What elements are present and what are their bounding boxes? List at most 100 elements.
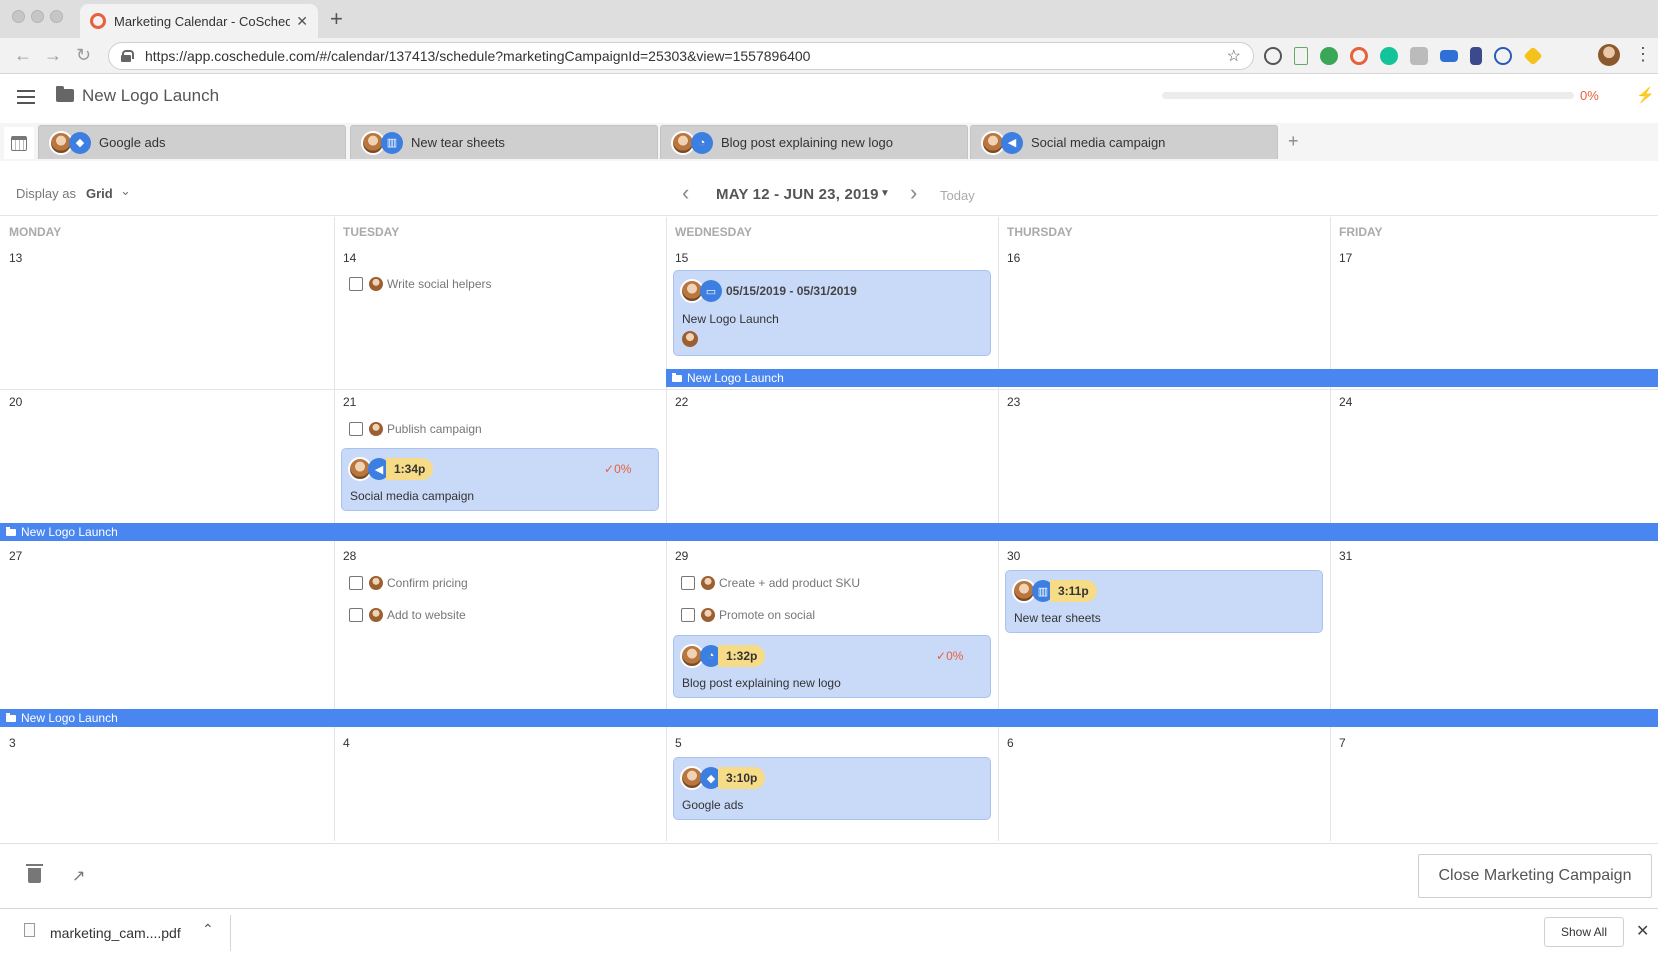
- display-mode-select[interactable]: Grid: [86, 186, 113, 201]
- task-item[interactable]: Publish campaign: [349, 422, 482, 436]
- download-file-name[interactable]: marketing_cam....pdf: [50, 925, 181, 941]
- extension-gray-icon[interactable]: [1410, 47, 1428, 65]
- tab-google-ads[interactable]: ◆ Google ads: [38, 125, 346, 159]
- minimize-window-button[interactable]: [31, 10, 44, 23]
- tear-sheets-card[interactable]: ▥ 3:11p New tear sheets: [1005, 570, 1323, 633]
- day-number[interactable]: 14: [343, 251, 356, 265]
- browser-tab[interactable]: Marketing Calendar - CoSchedule ✕: [80, 4, 318, 38]
- tab-social-media-campaign[interactable]: ◀ Social media campaign: [970, 125, 1278, 159]
- card-title: Google ads: [682, 798, 744, 812]
- profile-avatar[interactable]: [1598, 44, 1620, 66]
- tab-calendar[interactable]: [4, 127, 34, 159]
- forward-arrow-icon[interactable]: →: [44, 44, 62, 66]
- day-number[interactable]: 27: [9, 549, 22, 563]
- previous-range-button[interactable]: ‹: [682, 180, 689, 206]
- task-label: Add to website: [387, 608, 466, 622]
- close-icon[interactable]: ✕: [1636, 921, 1649, 941]
- day-number[interactable]: 6: [1007, 736, 1014, 750]
- show-all-button[interactable]: Show All: [1544, 917, 1624, 947]
- reload-icon[interactable]: ↻: [76, 44, 91, 66]
- close-tab-icon[interactable]: ✕: [296, 13, 308, 30]
- address-bar[interactable]: https://app.coschedule.com/#/calendar/13…: [108, 42, 1254, 70]
- day-number[interactable]: 3: [9, 736, 16, 750]
- task-item[interactable]: Confirm pricing: [349, 576, 468, 590]
- time-chip: 1:34p: [386, 458, 434, 480]
- bookmark-star-icon[interactable]: ☆: [1227, 46, 1241, 66]
- close-campaign-button[interactable]: Close Marketing Campaign: [1418, 854, 1652, 898]
- today-button[interactable]: Today: [940, 188, 975, 203]
- avatar: [682, 331, 698, 347]
- tab-label: Social media campaign: [1031, 135, 1166, 150]
- task-checkbox[interactable]: [349, 576, 363, 590]
- task-item[interactable]: Add to website: [349, 608, 466, 622]
- chevron-down-icon[interactable]: ⌄: [120, 183, 131, 199]
- close-window-button[interactable]: [12, 10, 25, 23]
- extension-yellow-icon[interactable]: [1523, 46, 1543, 66]
- day-number[interactable]: 16: [1007, 251, 1020, 265]
- pdf-file-icon: [24, 923, 35, 937]
- campaign-bar[interactable]: New Logo Launch: [666, 369, 1658, 387]
- grammarly-icon[interactable]: [1380, 47, 1398, 65]
- campaign-bar[interactable]: New Logo Launch: [0, 709, 1658, 727]
- extension-blue-icon[interactable]: [1440, 50, 1458, 62]
- new-tab-button[interactable]: +: [330, 6, 343, 32]
- day-number[interactable]: 23: [1007, 395, 1020, 409]
- day-number[interactable]: 13: [9, 251, 22, 265]
- blog-post-card[interactable]: ◔ 1:32p ✓0% Blog post explaining new logo: [673, 635, 991, 698]
- onepassword-icon[interactable]: [1494, 47, 1512, 65]
- day-number[interactable]: 29: [675, 549, 688, 563]
- day-number[interactable]: 5: [675, 736, 682, 750]
- day-number[interactable]: 15: [675, 251, 688, 265]
- google-ads-card[interactable]: ◆ 3:10p Google ads: [673, 757, 991, 820]
- page-title[interactable]: New Logo Launch: [82, 86, 219, 106]
- browser-menu-icon[interactable]: ⋮: [1634, 44, 1652, 65]
- coschedule-extension-icon[interactable]: [1350, 47, 1368, 65]
- folder-icon: [672, 372, 682, 382]
- task-checkbox[interactable]: [681, 576, 695, 590]
- task-checkbox[interactable]: [349, 277, 363, 291]
- task-checkbox[interactable]: [349, 422, 363, 436]
- day-number[interactable]: 28: [343, 549, 356, 563]
- task-item[interactable]: Write social helpers: [349, 277, 491, 291]
- chevron-up-icon[interactable]: ⌃: [202, 921, 214, 938]
- social-media-card[interactable]: ◀ 1:34p ✓0% Social media campaign: [341, 448, 659, 511]
- day-number[interactable]: 30: [1007, 549, 1020, 563]
- trash-icon[interactable]: [26, 864, 43, 883]
- add-tab-button[interactable]: +: [1288, 131, 1299, 152]
- day-number[interactable]: 7: [1339, 736, 1346, 750]
- share-icon[interactable]: ↗: [72, 866, 85, 886]
- task-label: Promote on social: [719, 608, 816, 622]
- day-number[interactable]: 20: [9, 395, 22, 409]
- hamburger-menu-icon[interactable]: [17, 90, 35, 104]
- tab-new-tear-sheets[interactable]: ▥ New tear sheets: [350, 125, 658, 159]
- rss-icon: ◔: [691, 131, 713, 154]
- weekday-header: FRIDAY: [1339, 225, 1383, 239]
- extension-doc-icon[interactable]: [1294, 47, 1308, 65]
- avatar: [369, 277, 383, 291]
- day-number[interactable]: 4: [343, 736, 350, 750]
- day-number[interactable]: 22: [675, 395, 688, 409]
- campaign-bar[interactable]: New Logo Launch: [0, 523, 1658, 541]
- tab-blog-post[interactable]: ◔ Blog post explaining new logo: [660, 125, 968, 159]
- extension-dark-icon[interactable]: [1470, 47, 1482, 65]
- back-arrow-icon[interactable]: ←: [14, 44, 32, 66]
- maximize-window-button[interactable]: [50, 10, 63, 23]
- task-checkbox[interactable]: [349, 608, 363, 622]
- caret-down-icon[interactable]: ▼: [880, 188, 890, 199]
- evernote-icon[interactable]: [1320, 47, 1338, 65]
- lightning-bolt-icon[interactable]: ⚡: [1636, 86, 1655, 104]
- completion-percent: ✓0%: [604, 462, 632, 476]
- task-item[interactable]: Create + add product SKU: [681, 576, 860, 590]
- weekday-header: WEDNESDAY: [675, 225, 752, 239]
- day-number[interactable]: 24: [1339, 395, 1352, 409]
- date-range-label[interactable]: MAY 12 - JUN 23, 2019: [716, 186, 879, 203]
- campaign-card[interactable]: ▭ 05/15/2019 - 05/31/2019 New Logo Launc…: [673, 270, 991, 356]
- folder-icon: ▭: [700, 280, 722, 302]
- extension-record-icon[interactable]: [1264, 47, 1282, 65]
- task-item[interactable]: Promote on social: [681, 608, 815, 622]
- next-range-button[interactable]: ›: [910, 180, 917, 206]
- task-checkbox[interactable]: [681, 608, 695, 622]
- day-number[interactable]: 31: [1339, 549, 1352, 563]
- day-number[interactable]: 17: [1339, 251, 1352, 265]
- day-number[interactable]: 21: [343, 395, 356, 409]
